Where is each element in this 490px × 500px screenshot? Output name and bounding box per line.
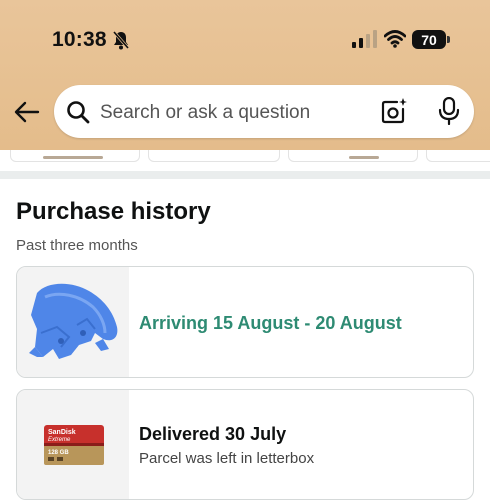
- wifi-icon: [384, 30, 406, 48]
- product-thumbnail: SanDisk Extreme 128 GB: [17, 390, 129, 499]
- bell-muted-icon: [112, 31, 130, 50]
- order-status: Arriving 15 August - 20 August: [139, 313, 402, 333]
- section-subtitle: Past three months: [16, 237, 138, 254]
- product-thumbnail: [17, 267, 129, 377]
- search-bar[interactable]: Search or ask a question: [54, 85, 474, 138]
- back-arrow-icon[interactable]: [14, 100, 40, 124]
- search-icon: [67, 101, 90, 124]
- carousel-card[interactable]: [288, 150, 418, 162]
- cellular-signal-icon: [352, 30, 377, 48]
- carousel-card[interactable]: [148, 150, 280, 162]
- header: 10:38 70 Search or ask a question: [0, 0, 490, 150]
- section-divider: [0, 171, 490, 179]
- order-status: Delivered 30 July: [139, 424, 287, 444]
- sd-card-capacity: 128 GB: [48, 450, 69, 456]
- order-detail: Parcel was left in letterbox: [139, 450, 315, 467]
- section-title: Purchase history: [16, 198, 211, 225]
- carousel-strip: [0, 150, 490, 164]
- order-card[interactable]: SanDisk Extreme 128 GB Delivered 30 July…: [16, 389, 474, 500]
- battery-nub: [447, 36, 450, 43]
- sandisk-microsd-card-image: SanDisk Extreme 128 GB: [44, 425, 104, 465]
- carousel-card[interactable]: [426, 150, 490, 162]
- microphone-icon[interactable]: [438, 97, 460, 125]
- order-card[interactable]: Arriving 15 August - 20 August: [16, 266, 474, 378]
- search-input[interactable]: Search or ask a question: [100, 102, 310, 124]
- sd-card-brand: SanDisk: [48, 429, 76, 436]
- carousel-card[interactable]: [10, 150, 140, 162]
- camera-icon[interactable]: [380, 97, 408, 125]
- blue-plastic-part-image: [29, 283, 118, 359]
- battery-icon: 70: [412, 30, 446, 49]
- sd-card-line: Extreme: [48, 437, 71, 443]
- status-time: 10:38: [52, 28, 107, 51]
